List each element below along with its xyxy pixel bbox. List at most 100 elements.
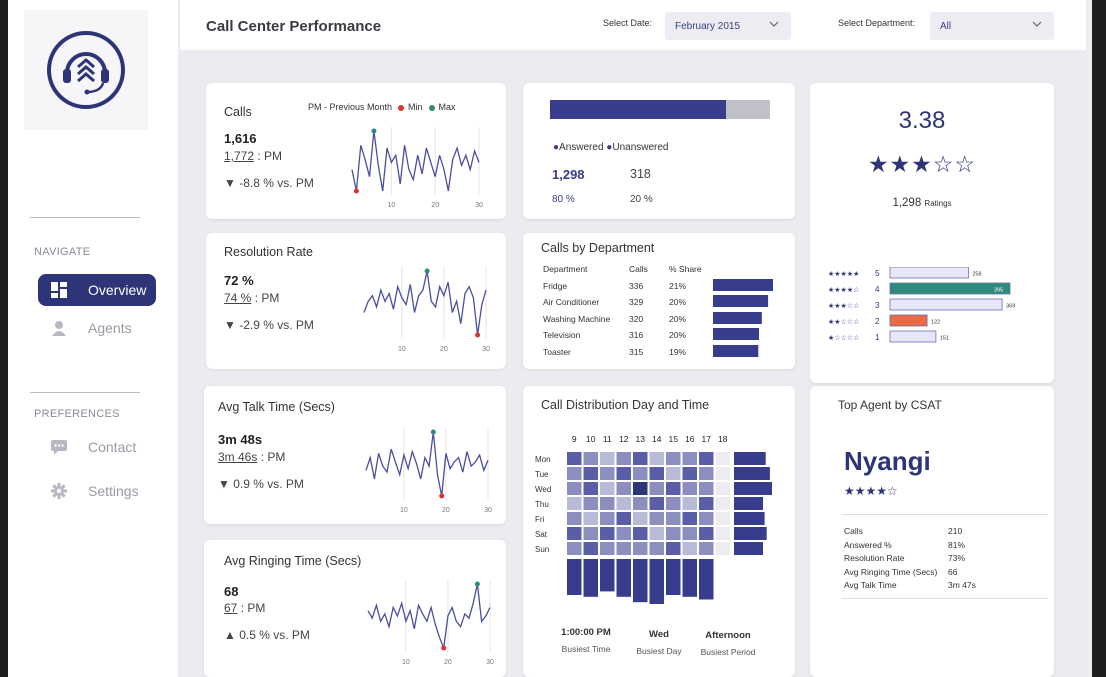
heatmap-cell [600,542,615,555]
spark-tick-label: 30 [475,202,483,209]
department-select-value: All [940,21,952,32]
stat-label: Answered % [844,539,892,550]
nav-item-agents[interactable]: Agents [38,312,156,344]
department-label: Select Department: [838,18,916,28]
kpi-value: 1,616 [224,131,257,146]
sparkline-resolution: 10 20 30 [363,267,490,353]
rating-row-stars-icon: ★☆☆☆☆ [828,334,859,342]
nav-item-label: Agents [88,320,132,336]
sparkline-talk-time: 10 20 30 [365,428,492,514]
department-select[interactable]: All [930,12,1054,40]
heatmap-cell [649,482,664,495]
heatmap-cell [583,512,598,525]
kpi-pm-value: 67 [224,601,238,615]
stat-row: Calls 210 [844,526,976,540]
heatmap-cell [567,497,582,510]
spark-max-point [371,128,377,134]
logo [24,10,148,130]
spark-tick-label: 30 [482,346,490,353]
legend-pm: PM - Previous Month [308,102,393,112]
stat-row: Answered % 81% [844,540,976,554]
sparkline-ringing-time: 10 20 30 [367,580,494,666]
dept-bar [713,295,769,308]
rating-row-level: 2 [875,317,880,326]
dept-calls: 320 [629,313,644,324]
stat-label: Resolution Rate [844,553,905,563]
delta-arrow-icon: ▼ [224,176,236,190]
heatmap-cell [600,467,615,480]
heatmap-cell [699,497,714,510]
busiest-period-block: Afternoon Busiest Period [693,630,763,657]
delta-arrow-icon: ▲ [224,628,236,642]
kpi-delta-text: 0.9 % vs. PM [233,477,304,491]
kpi-delta-text: -8.8 % vs. PM [239,176,314,190]
kpi-title: Resolution Rate [224,245,313,259]
heatmap-cell [649,497,664,510]
kpi-title: Avg Talk Time (Secs) [218,400,335,414]
dept-calls: 315 [629,346,644,357]
dept-calls: 329 [629,297,644,308]
legend-answered: Answered [559,142,604,153]
kpi-pm-value: 74 % [224,291,252,305]
heatmap-cell [699,542,714,555]
kpi-card-ringing-time: Avg Ringing Time (Secs) 68 67 : PM ▲ 0.5… [204,540,506,677]
heatmap-cell [633,497,648,510]
department-title: Calls by Department [541,241,655,255]
department-card: Calls by Department Department Calls % S… [523,233,795,369]
heatmap-cell [633,452,648,465]
spark-min-point [441,645,447,651]
rating-bar [889,282,1011,295]
nav-item-contact[interactable]: Contact [38,431,156,463]
heatmap-cell [583,467,598,480]
day-total-bar [734,497,763,510]
day-total-bar [734,482,772,495]
dept-share: 20% [669,313,687,324]
rating-row-stars-icon: ★★☆☆☆ [828,318,859,326]
hour-label: 15 [669,434,679,444]
heatmap-cell [666,497,681,510]
heatmap-cell [682,482,697,495]
stat-value: 73% [948,553,966,563]
heatmap-cell [715,542,730,555]
stat-row: Resolution Rate 73% [844,553,976,567]
nav-item-settings[interactable]: Settings [38,475,156,507]
hour-total-bar [616,559,631,597]
date-select-value: February 2015 [675,21,741,32]
day-total-bar [734,467,770,480]
spark-legend: PM - Previous Month Min Max [308,102,456,112]
nav-item-label: Contact [88,439,137,455]
legend-unanswered: Unanswered [612,142,669,153]
busiest-day-label: Busiest Day [636,646,682,656]
spark-min-point [353,188,359,194]
kpi-title: Calls [224,105,252,119]
rating-bar-value: 395 [994,288,1003,294]
sidebar: NAVIGATE Overview Agents PREFERENCES Con… [8,0,178,677]
dept-name: Air Conditioner [543,297,600,308]
heatmap-cell [583,527,598,540]
nav-item-overview[interactable]: Overview [38,274,156,306]
heatmap-cell [616,467,631,480]
date-select[interactable]: February 2015 [665,12,791,40]
table-row: Fridge 336 21% [543,278,777,295]
day-label: Tue [535,470,549,479]
heatmap-cell [600,482,615,495]
heatmap-cell [699,512,714,525]
heatmap-cell [682,542,697,555]
hour-label: 14 [652,434,662,444]
stat-label: Avg Ringing Time (Secs) [844,566,938,577]
hour-total-bar [666,559,681,595]
hour-total-bar [600,559,615,592]
busiest-period-value: Afternoon [705,630,751,641]
kpi-pm-suffix: : PM [237,601,266,615]
heatmap-cell [666,542,681,555]
top-agent-name: Nyangi [844,446,931,476]
chevron-down-icon [1032,20,1042,31]
day-total-bar [734,527,767,540]
legend-max: Max [438,102,456,112]
rating-row-level: 3 [875,301,880,310]
heatmap-cell [649,467,664,480]
busiest-time-value: 1:00:00 PM [561,627,611,638]
heatmap-cell [649,512,664,525]
rating-bar-value: 151 [940,336,949,342]
heatmap-cell [567,512,582,525]
